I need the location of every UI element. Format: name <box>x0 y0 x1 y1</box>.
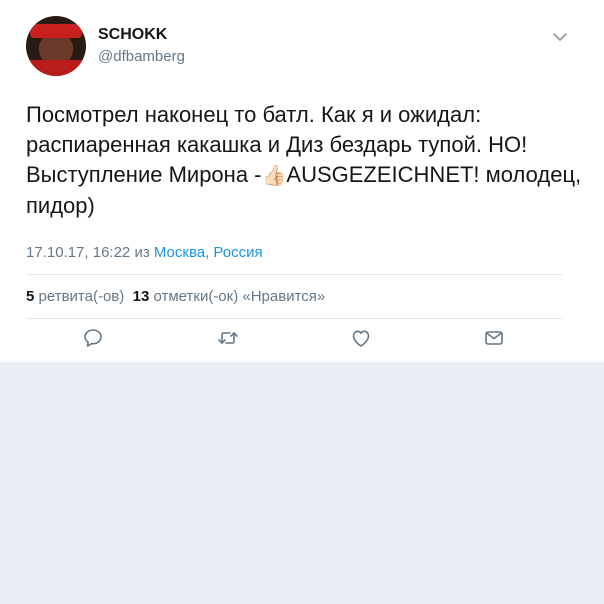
tweet-text: Посмотрел наконец то батл. Как я и ожида… <box>26 100 586 221</box>
user-handle[interactable]: @dfbamberg <box>98 48 185 65</box>
divider <box>26 274 562 275</box>
tweet-actions <box>0 326 604 356</box>
retweet-icon[interactable] <box>216 326 240 350</box>
retweets-count: 5 <box>26 288 35 305</box>
thumbs-up-icon: 👍🏻 <box>261 165 287 187</box>
reply-icon[interactable] <box>81 326 105 350</box>
avatar-shirt <box>26 60 86 76</box>
tweet-from-word: из <box>134 244 150 261</box>
avatar-bandana <box>30 24 82 38</box>
retweets-label: ретвита(-ов) <box>38 288 125 305</box>
avatar[interactable] <box>26 16 86 76</box>
retweets-stat[interactable]: 5 ретвита(-ов) <box>26 288 124 305</box>
likes-stat[interactable]: 13 отметки(-ок) «Нравится» <box>133 288 326 305</box>
likes-count: 13 <box>132 288 150 305</box>
envelope-icon[interactable] <box>482 326 506 350</box>
tweet-location[interactable]: Москва, Россия <box>154 244 263 261</box>
user-name[interactable]: SCHOKK <box>98 26 167 44</box>
chevron-down-icon[interactable] <box>551 30 569 44</box>
likes-label: отметки(-ок) «Нравится» <box>153 288 326 305</box>
tweet-stats: 5 ретвита(-ов) 13 отметки(-ок) «Нравится… <box>26 288 325 305</box>
heart-icon[interactable] <box>349 326 373 350</box>
tweet-datetime[interactable]: 17.10.17, 16:22 <box>26 244 130 261</box>
tweet-card: SCHOKK @dfbamberg Посмотрел наконец то б… <box>0 0 604 362</box>
divider <box>26 318 562 319</box>
tweet-meta: 17.10.17, 16:22 из Москва, Россия <box>26 244 263 261</box>
